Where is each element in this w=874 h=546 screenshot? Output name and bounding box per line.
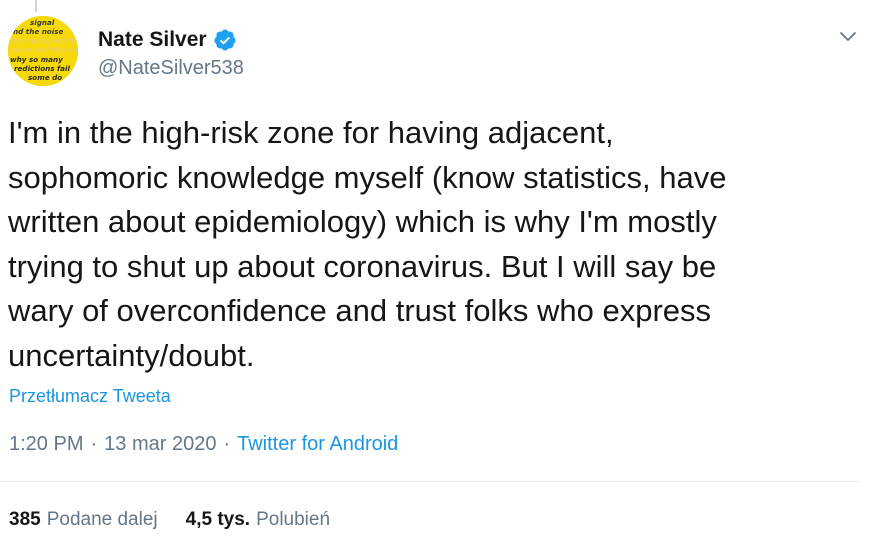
retweets-label: Podane dalej — [46, 509, 158, 530]
tweet-text-line: trying to shut up about coronavirus. But… — [8, 248, 717, 284]
likes-count: 4,5 tys. — [185, 509, 251, 530]
avatar-book-cover-icon: signal nd the noise the noise and th noi… — [8, 16, 78, 86]
thread-connector-line — [35, 0, 37, 12]
meta-separator: · — [223, 433, 231, 455]
author-handle[interactable]: @NateSilver538 — [98, 57, 244, 80]
meta-separator: · — [90, 433, 98, 455]
tweet-time[interactable]: 1:20 PM — [9, 433, 83, 455]
tweet-text-line: wary of overconfidence and trust folks w… — [8, 293, 712, 328]
tweet-text: I'm in the high-risk zone for having adj… — [8, 111, 858, 378]
verified-badge-icon — [213, 28, 237, 52]
tweet-stats: 385 Podane dalej 4,5 tys. Polubień — [9, 509, 358, 531]
avatar-line: why so many — [10, 55, 63, 64]
chevron-down-icon[interactable] — [836, 24, 860, 48]
translate-tweet-link[interactable]: Przetłumacz Tweeta — [9, 386, 171, 407]
avatar-line: some do — [28, 73, 62, 82]
avatar-line: noise and the no — [10, 45, 78, 54]
author-display-name[interactable]: Nate Silver — [98, 28, 207, 52]
likes-stat[interactable]: 4,5 tys. Polubień — [186, 509, 330, 531]
tweet-text-line: sophomoric knowledge myself (know statis… — [8, 159, 727, 195]
author-name-row[interactable]: Nate Silver — [98, 27, 237, 53]
likes-label: Polubień — [256, 509, 331, 530]
tweet-source-link[interactable]: Twitter for Android — [237, 433, 398, 455]
tweet-text-line: I'm in the high-risk zone for having adj… — [8, 115, 614, 150]
avatar-line: the noise and th — [10, 36, 76, 45]
retweets-stat[interactable]: 385 Podane dalej — [9, 509, 158, 531]
retweets-count: 385 — [9, 509, 41, 530]
avatar-line: nd the noise — [13, 27, 63, 36]
tweet-text-line: uncertainty/doubt. — [8, 337, 255, 373]
avatar[interactable]: signal nd the noise the noise and th noi… — [8, 16, 78, 86]
avatar-line: signal — [30, 18, 55, 27]
divider — [0, 481, 860, 482]
avatar-line: redictions fail — [14, 64, 70, 73]
tweet-text-line: written about epidemiology) which is why… — [8, 204, 717, 239]
tweet-metadata: 1:20 PM · 13 mar 2020 · Twitter for Android — [9, 433, 398, 456]
tweet-date[interactable]: 13 mar 2020 — [104, 433, 216, 455]
